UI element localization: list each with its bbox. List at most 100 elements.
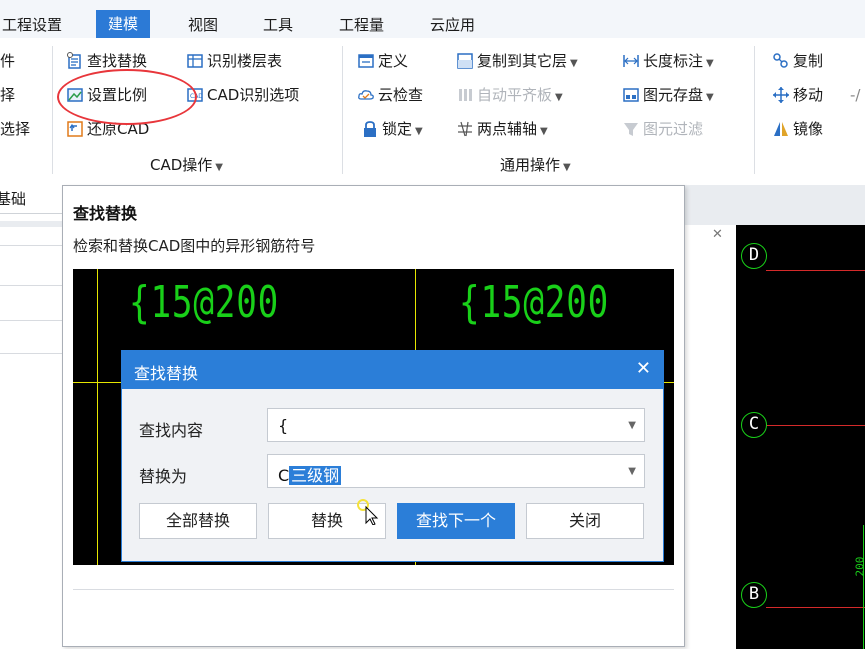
menu-tools[interactable]: 工具	[263, 12, 293, 38]
copy-button[interactable]: 复制	[772, 47, 823, 75]
menu-cloud-app[interactable]: 云应用	[430, 12, 475, 38]
lock-button[interactable]: 锁定 ▼	[361, 115, 423, 143]
ribbon-overflow-item[interactable]: -/	[850, 81, 860, 109]
move-button[interactable]: 移动	[772, 81, 823, 109]
chevron-down-icon: ▼	[570, 58, 578, 69]
ribbon: 件 择 选择 查找替换 识别楼层表 设置比例 CAD CAD识别选项 还原CAD…	[0, 38, 865, 186]
identify-floor-table-label: 识别楼层表	[207, 52, 283, 70]
filter-icon	[624, 123, 638, 136]
copy-icon	[773, 53, 788, 68]
axis-label-c: C	[741, 412, 767, 438]
two-point-axis-button[interactable]: 两点辅轴 ▼	[456, 115, 548, 143]
chevron-down-icon: ▼	[540, 126, 548, 137]
length-dimension-icon	[623, 55, 639, 67]
general-operations-group-label[interactable]: 通用操作 ▼	[500, 154, 571, 176]
tab-foundation[interactable]: 基础	[0, 185, 62, 214]
cloud-check-label: 云检查	[378, 86, 424, 104]
copy-label: 复制	[793, 52, 824, 70]
element-filter-label: 图元过滤	[643, 120, 704, 138]
define-icon	[358, 54, 374, 68]
two-point-axis-label: 两点辅轴	[477, 120, 538, 138]
dimension-line	[863, 525, 864, 649]
panel-header-strip	[0, 221, 62, 227]
ribbon-separator	[754, 46, 755, 174]
auto-flat-slab-button[interactable]: 自动平齐板 ▼	[456, 81, 563, 109]
axis-line-b	[766, 607, 865, 608]
define-button[interactable]: 定义	[357, 47, 408, 75]
rebar-text-1: {15@200	[129, 277, 280, 328]
replace-prefix: C	[278, 466, 290, 485]
cloud-check-button[interactable]: 云检查	[357, 81, 423, 109]
divider	[0, 245, 62, 246]
identify-floor-table-button[interactable]: 识别楼层表	[186, 47, 282, 75]
menu-project-settings[interactable]: 工程设置	[2, 12, 62, 38]
find-content-label: 查找内容	[139, 421, 204, 440]
mirror-label: 镜像	[793, 120, 824, 138]
dimension-text: 200	[853, 556, 865, 577]
close-button[interactable]: 关闭	[526, 503, 644, 539]
cad-operations-group-label[interactable]: CAD操作 ▼	[150, 154, 223, 176]
close-icon[interactable]: ✕	[636, 358, 651, 379]
restore-cad-icon	[67, 121, 83, 137]
mirror-button[interactable]: 镜像	[772, 115, 823, 143]
ribbon-partial-item-3[interactable]: 选择	[0, 115, 30, 143]
divider	[0, 285, 62, 286]
move-icon	[773, 87, 789, 103]
tooltip-description: 检索和替换CAD图中的异形钢筋符号	[73, 237, 316, 255]
copy-to-other-floor-label: 复制到其它层	[477, 52, 568, 70]
replace-all-button[interactable]: 全部替换	[139, 503, 257, 539]
cad-canvas[interactable]: D C B	[736, 225, 865, 649]
axis-label-b: B	[741, 582, 767, 608]
replace-with-label: 替换为	[139, 467, 188, 486]
tooltip-title: 查找替换	[73, 204, 138, 223]
rebar-text-2: {15@200	[459, 277, 610, 328]
cad-operations-label: CAD操作	[150, 156, 213, 174]
chevron-down-icon: ▼	[628, 420, 636, 431]
ribbon-separator	[342, 46, 343, 174]
floor-table-icon	[187, 54, 203, 68]
replace-with-select[interactable]: C 三级钢 ▼	[267, 454, 645, 488]
dialog-body: 查找内容 { ▼ 替换为 C 三级钢 ▼ 全部替换 替换 查找下一个 关闭	[122, 389, 663, 561]
divider	[0, 320, 62, 321]
lock-icon	[364, 121, 376, 137]
element-filter-button[interactable]: 图元过滤	[622, 115, 703, 143]
find-content-select[interactable]: { ▼	[267, 408, 645, 442]
length-dimension-button[interactable]: 长度标注 ▼	[622, 47, 714, 75]
chevron-down-icon: ▼	[563, 162, 571, 173]
element-save-label: 图元存盘	[643, 86, 704, 104]
length-dimension-label: 长度标注	[643, 52, 704, 70]
element-save-button[interactable]: 图元存盘 ▼	[622, 81, 714, 109]
element-save-icon	[623, 88, 639, 102]
define-label: 定义	[378, 52, 409, 70]
two-point-axis-icon	[458, 121, 472, 137]
chevron-down-icon: ▼	[628, 466, 636, 477]
copy-to-other-floor-button[interactable]: 复制到其它层 ▼	[456, 47, 578, 75]
general-operations-label: 通用操作	[500, 156, 561, 174]
tooltip-preview-image: {15@200 {15@200 查找替换 ✕ 查找内容 { ▼ 替换为 C 三级钢…	[73, 269, 674, 565]
cad-identify-options-button[interactable]: CAD CAD识别选项	[186, 81, 299, 109]
chevron-down-icon: ▼	[706, 58, 714, 69]
menu-modeling[interactable]: 建模	[96, 10, 151, 38]
replace-selected-text: 三级钢	[289, 466, 342, 485]
chevron-down-icon: ▼	[706, 92, 714, 103]
axis-line-d	[766, 270, 865, 271]
chevron-down-icon: ▼	[215, 162, 223, 173]
highlight-circle	[57, 69, 197, 125]
find-replace-label: 查找替换	[87, 52, 148, 70]
ribbon-partial-item-1[interactable]: 件	[0, 47, 15, 75]
chevron-down-icon: ▼	[555, 92, 563, 103]
find-content-value: {	[278, 416, 289, 435]
copy-floor-icon	[457, 53, 473, 69]
ribbon-partial-item-2[interactable]: 择	[0, 81, 15, 109]
find-next-button[interactable]: 查找下一个	[397, 503, 515, 539]
tooltip-divider	[73, 589, 674, 590]
axis-label-d: D	[741, 243, 767, 269]
left-panel: 基础	[0, 185, 62, 649]
mouse-cursor-icon	[357, 499, 379, 525]
replace-with-value: C 三级钢	[278, 462, 342, 486]
menu-view[interactable]: 视图	[188, 12, 218, 38]
menu-bar: 工程设置 建模 视图 工具 工程量 云应用	[0, 0, 865, 38]
menu-quantity[interactable]: 工程量	[339, 12, 384, 38]
lock-label: 锁定	[382, 120, 413, 138]
close-icon[interactable]: ✕	[712, 227, 723, 242]
